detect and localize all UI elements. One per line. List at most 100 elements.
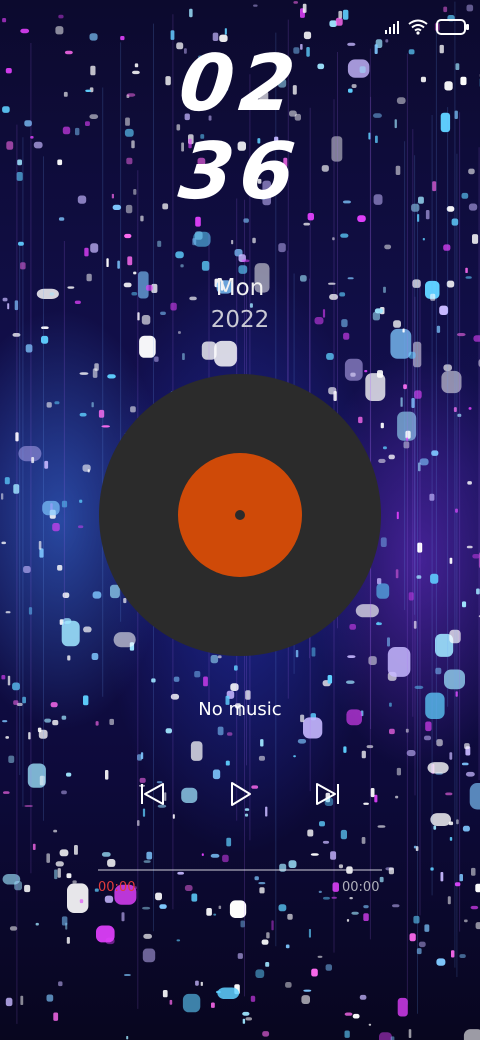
clock-hours: 02 (174, 39, 305, 129)
background-light (96, 925, 115, 943)
background-light (57, 159, 63, 166)
background-light (460, 76, 467, 86)
background-light (72, 880, 77, 884)
background-light (395, 569, 399, 579)
background-light (319, 821, 325, 827)
background-light (74, 300, 81, 304)
background-light (46, 402, 52, 408)
background-light (368, 1023, 372, 1026)
background-light (348, 88, 353, 93)
background-light (373, 194, 383, 205)
vinyl-center-hole (235, 510, 245, 520)
background-light (123, 282, 132, 288)
background-light (396, 511, 399, 520)
background-light (53, 1012, 59, 1021)
background-light (364, 370, 368, 373)
background-light (395, 165, 401, 175)
battery-icon (436, 18, 470, 36)
background-light (436, 739, 443, 747)
background-light (46, 853, 50, 863)
background-light (341, 319, 348, 328)
background-light (12, 682, 20, 691)
background-light (342, 9, 349, 20)
background-light (310, 853, 319, 856)
background-light (54, 869, 58, 880)
background-light (8, 755, 15, 763)
background-light (465, 771, 475, 777)
play-icon (225, 779, 255, 813)
background-light (230, 683, 239, 691)
background-light (154, 356, 159, 362)
background-light (57, 565, 63, 571)
background-light (465, 276, 472, 279)
background-light (475, 883, 480, 893)
background-light (200, 981, 203, 986)
background-light (455, 63, 460, 70)
background-light (61, 715, 67, 720)
background-light (464, 743, 470, 750)
background-light (338, 10, 343, 19)
background-light (210, 655, 219, 664)
background-light (18, 446, 42, 462)
background-light (6, 141, 14, 150)
background-light (344, 1012, 353, 1016)
background-light (396, 767, 401, 776)
background-light (57, 868, 61, 878)
previous-button[interactable] (134, 778, 170, 814)
background-light (169, 999, 173, 1005)
background-light (358, 416, 363, 424)
background-light (203, 676, 208, 687)
background-light (261, 939, 269, 945)
background-light (467, 481, 472, 485)
background-light (443, 244, 451, 251)
play-button[interactable] (222, 778, 258, 814)
background-light (397, 997, 408, 1017)
background-light (213, 913, 217, 916)
background-light (33, 141, 43, 149)
background-light (23, 566, 31, 573)
background-light (347, 277, 354, 280)
clock-minutes: 36 (174, 127, 305, 217)
background-light (255, 969, 265, 978)
background-light (89, 114, 99, 119)
background-light (347, 655, 356, 658)
background-light (349, 897, 353, 900)
background-light (61, 916, 68, 926)
background-light (53, 829, 58, 833)
vinyl-record[interactable] (99, 374, 381, 656)
background-light (377, 621, 380, 625)
background-light (252, 237, 256, 244)
background-light (359, 66, 366, 73)
background-light (379, 1032, 392, 1040)
background-light (260, 739, 264, 747)
background-light (346, 709, 362, 726)
background-light (210, 853, 220, 858)
next-button[interactable] (310, 778, 346, 814)
background-light (16, 172, 23, 181)
background-light (95, 721, 99, 726)
status-bar (384, 14, 470, 40)
background-light (439, 44, 444, 54)
background-light (472, 234, 479, 244)
background-light (347, 42, 356, 46)
background-light (98, 409, 105, 418)
background-light (408, 49, 415, 55)
background-light (190, 741, 203, 761)
background-light (79, 499, 83, 503)
background-light (379, 876, 384, 883)
background-light (173, 676, 180, 682)
background-light (317, 955, 323, 958)
background-light (262, 1031, 270, 1037)
background-light (211, 1002, 215, 1008)
background-light (24, 884, 31, 893)
progress-bar[interactable] (98, 869, 382, 871)
background-light (2, 720, 8, 723)
background-light (464, 919, 468, 923)
background-light (405, 430, 411, 439)
background-light (344, 1030, 350, 1038)
background-light (130, 406, 136, 413)
background-light (224, 28, 227, 35)
background-light (5, 611, 11, 614)
background-light (307, 829, 314, 837)
background-light (84, 247, 89, 257)
